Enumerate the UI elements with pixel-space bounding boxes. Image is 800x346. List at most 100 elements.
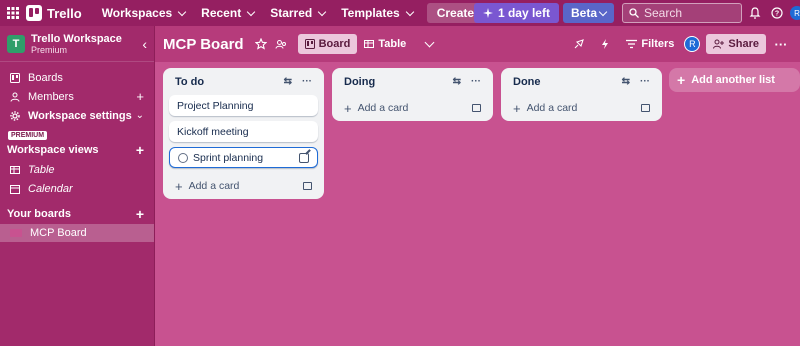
more-options-icon[interactable]: ··· <box>772 35 790 53</box>
sidebar-view-table[interactable]: Table <box>0 160 154 179</box>
sidebar-board-label: MCP Board <box>30 227 87 239</box>
sidebar-item-label: Members <box>28 90 74 103</box>
beta-button[interactable]: Beta <box>562 3 614 23</box>
plus-icon: + <box>677 72 686 88</box>
automation-icon[interactable] <box>596 35 614 53</box>
card[interactable]: Sprint planning <box>169 147 318 168</box>
search-input[interactable]: Search <box>622 3 742 23</box>
chevron-down-icon <box>317 7 327 16</box>
add-card-button[interactable]: + Add a card <box>338 95 487 121</box>
sidebar-view-calendar[interactable]: Calendar <box>0 179 154 198</box>
collapse-list-icon[interactable]: ⇆ <box>453 76 461 87</box>
board-view-icon <box>304 39 315 49</box>
chevron-down-icon[interactable] <box>419 35 437 53</box>
share-button[interactable]: Share <box>706 34 766 54</box>
add-card-label: Add a card <box>188 180 240 192</box>
collapse-list-icon[interactable]: ⇆ <box>622 76 630 87</box>
sidebar-item-members[interactable]: Members + <box>0 87 154 106</box>
list-to-do: To do ⇆ ··· Project Planning Kickoff mee… <box>163 68 324 199</box>
list-actions-icon[interactable]: ··· <box>471 76 481 87</box>
nav-recent[interactable]: Recent <box>193 3 262 23</box>
list-actions-icon[interactable]: ··· <box>302 76 312 87</box>
list-title[interactable]: To do <box>175 76 204 88</box>
nav-workspaces[interactable]: Workspaces <box>94 3 193 23</box>
add-card-button[interactable]: + Add a card <box>169 173 318 199</box>
add-view-icon[interactable]: + <box>136 142 147 158</box>
notifications-icon[interactable] <box>746 4 764 22</box>
app-switcher-icon[interactable] <box>4 4 22 22</box>
add-card-button[interactable]: + Add a card <box>507 95 656 121</box>
chevron-down-icon <box>598 7 608 16</box>
collapse-list-icon[interactable]: ⇆ <box>284 76 292 87</box>
add-list-button[interactable]: + Add another list <box>669 68 800 92</box>
sidebar-item-workspace-settings[interactable]: Workspace settings ⌄ <box>0 106 154 125</box>
add-member-icon[interactable]: + <box>136 89 144 104</box>
premium-badge: PREMIUM <box>8 131 48 140</box>
nav-starred-label: Starred <box>270 6 313 20</box>
card[interactable]: Project Planning <box>169 95 318 116</box>
workspace-plan: Premium <box>31 44 68 55</box>
your-boards-header: Your boards + <box>0 204 154 224</box>
create-from-template-icon[interactable] <box>472 104 481 112</box>
view-table-button[interactable]: Table <box>357 34 413 54</box>
top-navigation-bar: Trello Workspaces Recent Starred Templat… <box>0 0 800 26</box>
help-icon[interactable]: ? <box>768 4 786 22</box>
view-board-button[interactable]: Board <box>297 34 358 54</box>
table-icon <box>10 165 20 175</box>
sparkle-icon <box>482 8 493 18</box>
list-done: Done ⇆ ··· + Add a card <box>501 68 662 121</box>
add-card-label: Add a card <box>357 102 409 114</box>
workspace-views-header: Workspace views + <box>0 140 154 160</box>
visibility-icon[interactable] <box>272 35 290 53</box>
list-actions-icon[interactable]: ··· <box>640 76 650 87</box>
sidebar-item-label: Workspace settings <box>28 109 132 122</box>
trello-logo-icon <box>26 5 42 21</box>
edit-card-icon[interactable] <box>299 152 309 163</box>
list-header: Done ⇆ ··· <box>507 68 656 95</box>
gear-icon <box>10 110 20 121</box>
collapse-sidebar-icon[interactable]: ‹ <box>142 36 147 52</box>
workspace-avatar: T <box>7 34 25 53</box>
account-avatar[interactable]: R <box>790 6 800 20</box>
nav-starred[interactable]: Starred <box>262 3 333 23</box>
nav-templates[interactable]: Templates <box>333 3 420 23</box>
sidebar-item-boards[interactable]: Boards <box>0 68 154 87</box>
list-title[interactable]: Done <box>513 76 541 88</box>
add-person-icon <box>713 39 725 49</box>
workspace-views-title: Workspace views <box>7 144 99 156</box>
add-board-icon[interactable]: + <box>136 206 147 222</box>
list-title[interactable]: Doing <box>344 76 375 88</box>
add-list-label: Add another list <box>691 74 775 86</box>
trello-logo[interactable]: Trello <box>26 5 82 21</box>
card-title: Kickoff meeting <box>177 125 249 138</box>
star-icon[interactable] <box>252 35 270 53</box>
create-from-template-icon[interactable] <box>303 182 312 190</box>
plus-icon: + <box>175 178 183 194</box>
sidebar-view-label: Table <box>28 163 55 176</box>
complete-checkbox-icon[interactable] <box>178 152 188 163</box>
chevron-down-icon <box>246 7 256 16</box>
filters-button[interactable]: Filters <box>622 38 678 50</box>
chevron-down-icon[interactable]: ⌄ <box>136 110 144 121</box>
board-header: MCP Board Board Table Filters R Share ··… <box>155 26 800 62</box>
card-title: Project Planning <box>177 99 254 112</box>
sidebar-board-mcp[interactable]: MCP Board <box>0 224 154 242</box>
beta-label: Beta <box>570 6 597 20</box>
sidebar-view-label: Calendar <box>28 182 73 195</box>
app-name: Trello <box>47 5 82 21</box>
view-table-label: Table <box>378 38 407 50</box>
list-doing: Doing ⇆ ··· + Add a card <box>332 68 493 121</box>
trial-label: 1 day left <box>497 6 550 20</box>
search-placeholder: Search <box>644 6 683 20</box>
trial-button[interactable]: 1 day left <box>473 3 559 23</box>
create-from-template-icon[interactable] <box>641 104 650 112</box>
table-icon <box>364 40 375 48</box>
rocket-icon[interactable] <box>570 35 588 53</box>
chevron-down-icon <box>405 7 414 16</box>
card-title: Sprint planning <box>193 151 264 164</box>
card[interactable]: Kickoff meeting <box>169 121 318 142</box>
nav-templates-label: Templates <box>341 6 400 20</box>
topbar-right: 1 day left Beta Search ? R <box>473 0 800 26</box>
board-title[interactable]: MCP Board <box>163 36 244 53</box>
member-avatar[interactable]: R <box>684 36 701 52</box>
